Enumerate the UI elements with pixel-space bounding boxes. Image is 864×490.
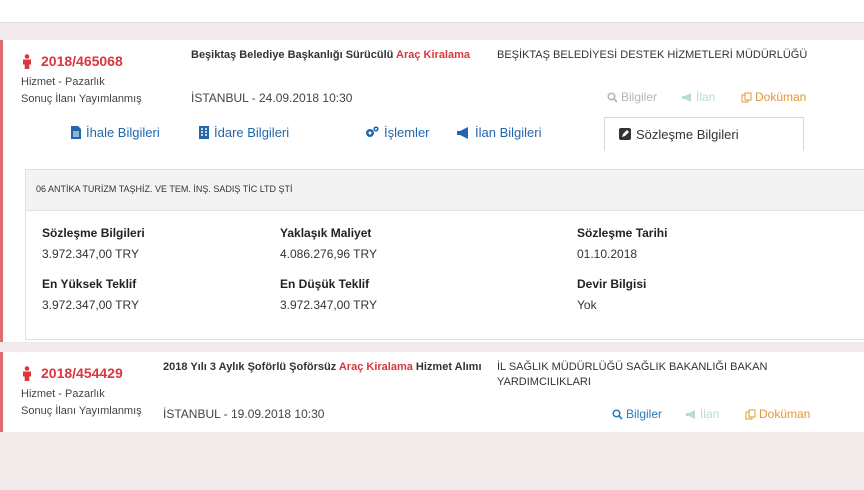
tab-label: İhale Bilgileri (86, 125, 160, 140)
field-label: Sözleşme Tarihi (577, 226, 668, 240)
field-label: Devir Bilgisi (577, 277, 647, 291)
ilan-label: İlan (696, 90, 716, 104)
document-icon (745, 409, 756, 420)
title-highlight: Araç Kiralama (338, 361, 413, 373)
field-value: 3.972.347,00 TRY (280, 298, 377, 312)
tender-number[interactable]: 2018/454429 (41, 365, 123, 381)
ilan-button[interactable]: İlan (685, 407, 719, 421)
person-icon (21, 366, 33, 381)
megaphone-icon (681, 92, 693, 103)
top-bar (0, 0, 864, 23)
tender-title[interactable]: Beşiktaş Belediye Başkanlığı Sürücülü Ar… (191, 48, 491, 63)
search-icon (612, 408, 623, 420)
bilgiler-label: Bilgiler (626, 407, 663, 421)
megaphone-icon (685, 409, 697, 420)
search-icon (607, 91, 618, 103)
tender-card: 2018/454429 Hizmet - Pazarlık Sonuç İlan… (0, 352, 864, 432)
megaphone-icon (456, 126, 470, 139)
field-label: En Düşük Teklif (280, 277, 370, 291)
tab-sozlesme-bilgileri[interactable]: Sözleşme Bilgileri (604, 117, 804, 151)
building-icon (199, 126, 209, 139)
field-value: Yok (577, 298, 597, 312)
title-text: Beşiktaş Belediye Başkanlığı Sürücülü (191, 49, 397, 61)
dokuman-label: Doküman (759, 407, 811, 421)
dokuman-button[interactable]: Doküman (741, 90, 806, 104)
tab-label: İlan Bilgileri (475, 125, 542, 140)
field-label: Sözleşme Bilgileri (42, 226, 145, 240)
bilgiler-label: Bilgiler (621, 90, 658, 104)
ilan-label: İlan (700, 407, 720, 421)
contract-panel: 06 ANTİKA TURİZM TAŞHİZ. VE TEM. İNŞ. SA… (25, 169, 864, 340)
person-icon (21, 54, 33, 69)
organization-name: İL SAĞLIK MÜDÜRLÜĞÜ SAĞLIK BAKANLIĞI BAK… (497, 361, 768, 388)
dokuman-button[interactable]: Doküman (745, 407, 810, 421)
title-text-after: Hizmet Alımı (412, 361, 482, 373)
contract-panel-header: 06 ANTİKA TURİZM TAŞHİZ. VE TEM. İNŞ. SA… (26, 170, 864, 211)
tab-label: İşlemler (384, 125, 430, 140)
tab-label: Sözleşme Bilgileri (636, 126, 739, 142)
bilgiler-button[interactable]: Bilgiler (612, 407, 662, 421)
edit-icon (619, 128, 631, 140)
field-value: 4.086.276,96 TRY (280, 247, 377, 261)
title-text: 2018 Yılı 3 Aylık Şoförlü Şoförsüz (163, 361, 339, 373)
document-icon (741, 92, 752, 103)
tab-ilan-bilgileri[interactable]: İlan Bilgileri (456, 125, 541, 140)
title-highlight: Araç Kiralama (396, 49, 471, 61)
dokuman-label: Doküman (755, 90, 807, 104)
place-date: İSTANBUL - 24.09.2018 10:30 (191, 91, 353, 105)
bilgiler-button[interactable]: Bilgiler (607, 90, 657, 104)
tab-idare-bilgileri[interactable]: İdare Bilgileri (199, 125, 289, 140)
field-value: 3.972.347,00 TRY (42, 247, 139, 261)
tender-type: Hizmet - Pazarlık (21, 76, 105, 88)
tender-number[interactable]: 2018/465068 (41, 53, 123, 69)
tender-card: 2018/465068 Hizmet - Pazarlık Sonuç İlan… (0, 40, 864, 342)
tender-type: Hizmet - Pazarlık (21, 388, 105, 400)
contractor-name: 06 ANTİKA TURİZM TAŞHİZ. VE TEM. İNŞ. SA… (36, 184, 293, 194)
tender-status: Sonuç İlanı Yayımlanmış (21, 93, 142, 105)
file-icon (71, 126, 81, 139)
field-value: 01.10.2018 (577, 247, 638, 261)
place-date: İSTANBUL - 19.09.2018 10:30 (163, 407, 325, 421)
tab-ihale-bilgileri[interactable]: İhale Bilgileri (71, 125, 160, 140)
tender-status: Sonuç İlanı Yayımlanmış (21, 405, 142, 417)
field-value: 3.972.347,00 TRY (42, 298, 139, 312)
gears-icon (365, 126, 379, 139)
tab-islemler[interactable]: İşlemler (365, 125, 430, 140)
tender-title[interactable]: 2018 Yılı 3 Aylık Şoförlü Şoförsüz Araç … (163, 360, 491, 375)
field-label: En Yüksek Teklif (42, 277, 137, 291)
field-label: Yaklaşık Maliyet (280, 226, 372, 240)
tab-label: İdare Bilgileri (214, 125, 290, 140)
organization-name: BEŞİKTAŞ BELEDİYESİ DESTEK HİZMETLERİ MÜ… (497, 49, 808, 61)
ilan-button[interactable]: İlan (681, 90, 715, 104)
